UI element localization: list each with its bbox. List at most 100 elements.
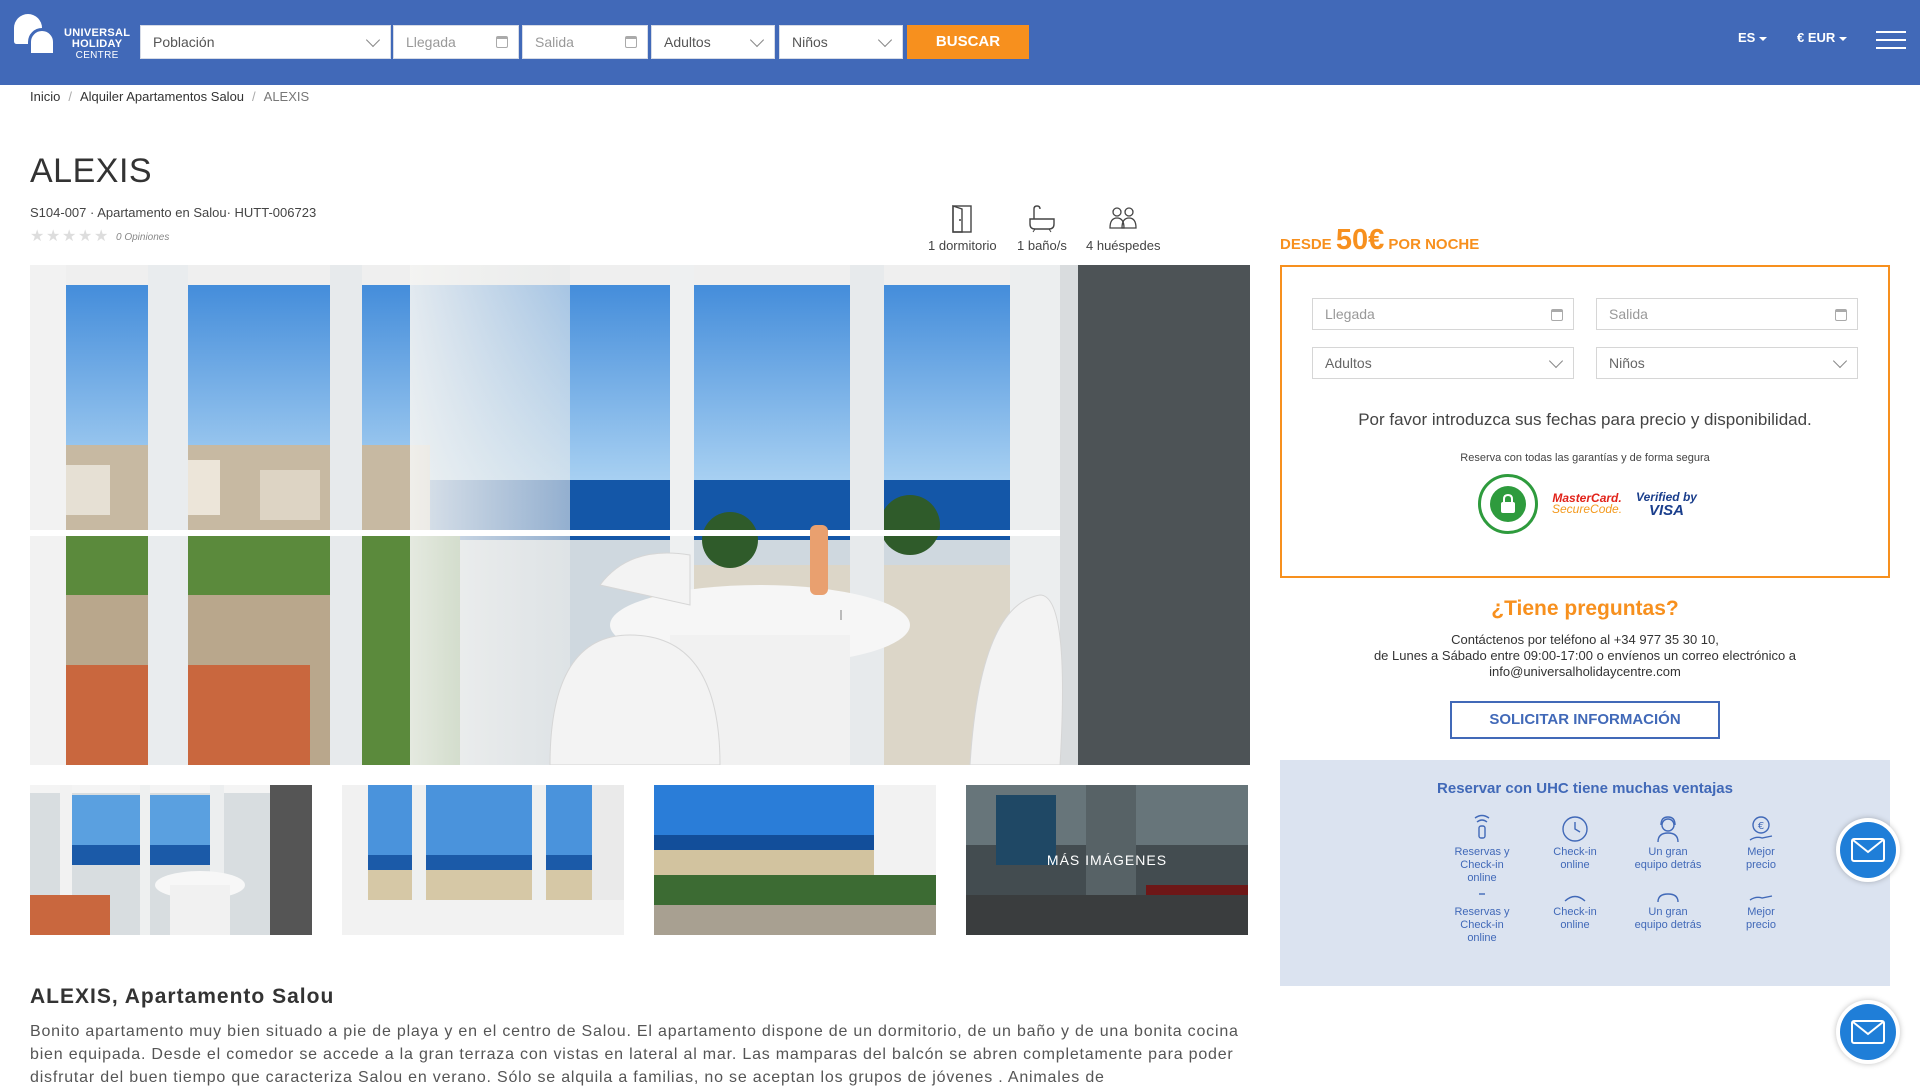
poblacion-select[interactable]: Población [140, 25, 391, 59]
support-agent-icon [1657, 816, 1679, 843]
bathtub-icon [1029, 205, 1055, 233]
salida-date-field[interactable]: Salida [522, 25, 648, 59]
secure-booking-text: Reserva con todas las garantías y de for… [1460, 452, 1710, 464]
logo-text: UNIVERSAL HOLIDAY CENTRE [64, 27, 131, 62]
wifi-hand-icon [1474, 814, 1490, 839]
euro-hand-icon: € [1749, 816, 1773, 841]
ninos-select-label: Niños [792, 34, 828, 50]
floating-mail-button[interactable] [1836, 818, 1900, 882]
booking-adultos-label: Adultos [1325, 355, 1372, 371]
hamburger-menu-icon[interactable] [1876, 31, 1906, 51]
guests-icon [1109, 207, 1137, 229]
guests-label: 4 huéspedes [1086, 238, 1161, 253]
breadcrumb-alquiler[interactable]: Alquiler Apartamentos Salou [80, 89, 244, 104]
page-title: ALEXIS [30, 152, 153, 190]
advantage-team: Un gran equipo detrás [1628, 892, 1708, 932]
logo[interactable]: UNIVERSAL HOLIDAY CENTRE [14, 14, 130, 61]
llegada-date-field[interactable]: Llegada [393, 25, 519, 59]
logo-icon [14, 14, 58, 56]
verified-by-visa-logo: Verified by VISA [1636, 490, 1697, 519]
security-badges: MasterCard. SecureCode. Verified by VISA [1478, 474, 1697, 534]
adultos-select-label: Adultos [664, 34, 711, 50]
calendar-icon [496, 36, 508, 48]
chevron-down-icon [877, 32, 893, 48]
star-icon: ★ [30, 228, 45, 245]
currency-label: € EUR [1797, 30, 1836, 45]
star-icon: ★ [62, 228, 77, 245]
calendar-icon [1551, 309, 1563, 321]
availability-message: Por favor introduzca sus fechas para pre… [1358, 410, 1812, 429]
breadcrumb-current: ALEXIS [263, 89, 310, 104]
star-icon: ★ [78, 228, 93, 245]
price-from: DESDE 50€ POR NOCHE [1280, 224, 1479, 257]
envelope-icon [1851, 1020, 1885, 1044]
currency-dropdown[interactable]: € EUR [1797, 30, 1848, 45]
thumbnail-more-images[interactable]: MÁS IMÁGENES [966, 785, 1248, 935]
mastercard-securecode-logo: MasterCard. SecureCode. [1552, 491, 1623, 516]
advantage-best-price: Mejor precio [1721, 892, 1801, 932]
euro-hand-icon [1749, 895, 1773, 901]
booking-salida-field[interactable]: Salida [1596, 298, 1858, 330]
adultos-select[interactable]: Adultos [651, 25, 775, 59]
envelope-icon [1851, 838, 1885, 862]
questions-title: ¿Tiene preguntas? [1491, 597, 1679, 620]
poblacion-select-label: Población [153, 34, 215, 50]
description-text: Bonito apartamento muy bien situado a pi… [30, 1023, 1239, 1086]
caret-down-icon [1759, 36, 1768, 41]
opinions-count: 0 Opiniones [116, 231, 170, 243]
contact-email[interactable]: info@universalholidaycentre.com [1280, 664, 1890, 680]
chevron-down-icon [749, 32, 765, 48]
thumbnail-photo [342, 785, 624, 935]
buscar-button[interactable]: BUSCAR [907, 25, 1029, 59]
breadcrumb: Inicio / Alquiler Apartamentos Salou / ALEXI… [30, 89, 310, 104]
star-icon: ★ [46, 228, 61, 245]
thumbnail-1[interactable] [30, 785, 312, 935]
advantage-best-price: € Mejor precio [1721, 814, 1801, 872]
thumbnail-photo [30, 785, 312, 935]
thumbnail-2[interactable] [342, 785, 624, 935]
chevron-down-icon [365, 32, 381, 48]
booking-adultos-select[interactable]: Adultos [1312, 347, 1574, 379]
request-info-button[interactable]: SOLICITAR INFORMACIÓN [1450, 701, 1720, 739]
lock-icon [1501, 494, 1515, 513]
chevron-down-icon [1548, 353, 1564, 369]
per-night-label: POR NOCHE [1388, 236, 1480, 253]
booking-llegada-placeholder: Llegada [1325, 306, 1375, 322]
bathrooms-feature: 1 baño/s [1017, 204, 1067, 253]
rating-stars[interactable]: ★ ★ ★ ★ ★ 0 Opiniones [30, 228, 170, 245]
clock-icon [1562, 816, 1588, 842]
language-label: ES [1738, 30, 1756, 45]
door-icon [952, 205, 973, 233]
contact-phone-line: Contáctenos por teléfono al +34 977 35 3… [1451, 632, 1719, 647]
booking-ninos-select[interactable]: Niños [1596, 347, 1858, 379]
booking-box: Llegada Salida Adultos Niños Por favor i… [1280, 265, 1890, 578]
calendar-icon [1835, 309, 1847, 321]
top-navigation-bar: UNIVERSAL HOLIDAY CENTRE Población Llega… [0, 0, 1920, 85]
ninos-select[interactable]: Niños [779, 25, 903, 59]
advantage-checkin-online: Check-in online [1535, 814, 1615, 872]
star-icon: ★ [94, 228, 109, 245]
advantage-team: Un gran equipo detrás [1628, 814, 1708, 872]
advantages-panel: Reservar con UHC tiene muchas ventajas R… [1280, 760, 1890, 986]
advantage-online-booking: Reservas y Check-in online [1442, 814, 1522, 885]
booking-llegada-field[interactable]: Llegada [1312, 298, 1574, 330]
language-dropdown[interactable]: ES [1738, 30, 1768, 45]
balcony-sea-view-photo [30, 265, 1250, 765]
llegada-placeholder: Llegada [406, 34, 456, 50]
description-title: ALEXIS, Apartamento Salou [30, 985, 335, 1008]
contact-hours-line: de Lunes a Sábado entre 09:00-17:00 o en… [1373, 648, 1797, 663]
property-subtitle: S104-007 · Apartamento en Salou· HUTT-00… [30, 205, 317, 220]
thumbnail-photo [654, 785, 936, 935]
caret-down-icon [1839, 36, 1848, 41]
guests-feature: 4 huéspedes [1086, 204, 1160, 253]
chevron-down-icon [1832, 353, 1848, 369]
bathrooms-label: 1 baño/s [1017, 238, 1067, 253]
thumbnail-3[interactable] [654, 785, 936, 935]
bedrooms-feature: 1 dormitorio [928, 204, 997, 253]
breadcrumb-inicio[interactable]: Inicio [30, 89, 60, 104]
main-photo[interactable] [30, 265, 1250, 765]
floating-mail-button[interactable] [1836, 1000, 1900, 1064]
clock-icon [1564, 895, 1586, 902]
booking-salida-placeholder: Salida [1609, 306, 1648, 322]
advantage-online-booking: Reservas y Check-in online [1442, 892, 1522, 945]
